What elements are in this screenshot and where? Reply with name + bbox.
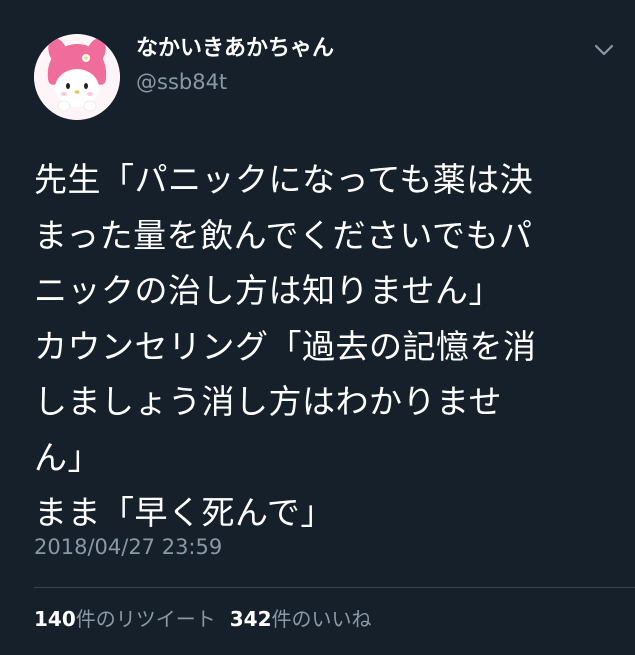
tweet-text-line: カウンセリング「過去の記憶を消 (34, 326, 537, 366)
tweet-menu-button[interactable] (592, 40, 616, 60)
retweets-count: 140 (34, 607, 76, 631)
tweet-text-line: しましょう消し方はわかりませ (34, 382, 503, 421)
engagement-stats: 140件のリツイート 342件のいいね (34, 604, 386, 634)
likes-label: 件のいいね (271, 607, 372, 631)
retweets-stat[interactable]: 140件のリツイート (34, 604, 216, 634)
tweet-card: なかいきあかちゃん @ssb84t 先生「パニックになっても薬は決 まった量を飲… (0, 0, 635, 655)
likes-stat[interactable]: 342件のいいね (230, 604, 372, 634)
tweet-text-line: まった量を飲んでくださいでもパ (34, 215, 533, 255)
tweet-body: 先生「パニックになっても薬は決 まった量を飲んでくださいでもパ ニックの治し方は… (34, 152, 624, 541)
retweets-label: 件のリツイート (75, 607, 216, 631)
user-handle[interactable]: @ssb84t (136, 68, 227, 96)
likes-count: 342 (229, 607, 272, 631)
tweet-text-line: ニックの治し方は知りません」 (34, 271, 503, 310)
tweet-text-line: 先生「パニックになっても薬は決 (34, 160, 534, 199)
display-name[interactable]: なかいきあかちゃん (136, 34, 334, 64)
tweet-timestamp[interactable]: 2018/04/27 23:59 (34, 532, 222, 562)
user-avatar[interactable] (34, 34, 120, 120)
divider (34, 587, 635, 588)
tweet-text-line: ん」 (34, 437, 101, 477)
pink-hood-character-avatar-icon (34, 34, 120, 120)
chevron-down-icon (594, 44, 614, 56)
